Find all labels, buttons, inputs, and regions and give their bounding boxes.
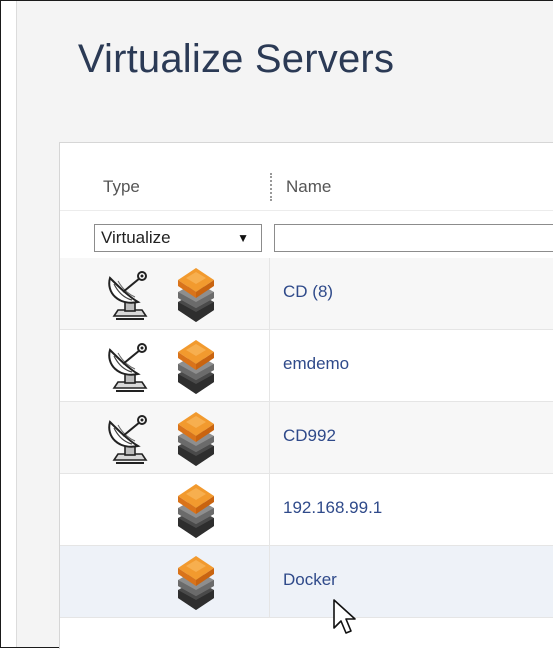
satellite-dish-icon xyxy=(104,412,156,466)
type-filter-value: Virtualize xyxy=(101,228,171,247)
server-name-link[interactable]: CD (8) xyxy=(283,282,333,302)
satellite-dish-icon xyxy=(104,340,156,394)
layered-stack-icon xyxy=(172,336,220,398)
servers-table: Type Name Virtualize ▼ CD (8) emdemo CD9… xyxy=(59,142,553,649)
column-header-type[interactable]: Type xyxy=(103,177,140,197)
layered-stack-icon xyxy=(172,552,220,614)
table-row[interactable]: CD992 xyxy=(60,402,553,474)
page-title: Virtualize Servers xyxy=(77,37,395,81)
type-cell xyxy=(60,330,270,401)
table-row[interactable]: emdemo xyxy=(60,330,553,402)
satellite-dish-icon xyxy=(104,268,156,322)
name-filter-input[interactable] xyxy=(274,224,553,252)
type-filter-select[interactable]: Virtualize ▼ xyxy=(94,224,262,252)
table-row[interactable]: CD (8) xyxy=(60,258,553,330)
window-frame: Virtualize Servers Type Name Virtualize … xyxy=(0,0,553,649)
server-name-link[interactable]: 192.168.99.1 xyxy=(283,498,382,518)
column-resize-handle[interactable] xyxy=(270,173,272,201)
type-cell xyxy=(60,474,270,545)
layered-stack-icon xyxy=(172,264,220,326)
column-header-name[interactable]: Name xyxy=(286,177,331,197)
table-row[interactable]: 192.168.99.1 xyxy=(60,474,553,546)
table-row[interactable]: Docker xyxy=(60,546,553,618)
type-cell xyxy=(60,546,270,617)
dropdown-caret-icon: ▼ xyxy=(237,231,249,245)
layered-stack-icon xyxy=(172,480,220,542)
type-cell xyxy=(60,258,270,329)
layered-stack-icon xyxy=(172,408,220,470)
server-name-link[interactable]: CD992 xyxy=(283,426,336,446)
type-cell xyxy=(60,402,270,473)
content-area: Virtualize Servers Type Name Virtualize … xyxy=(16,1,553,649)
filter-row: Virtualize ▼ xyxy=(60,210,553,255)
server-name-link[interactable]: emdemo xyxy=(283,354,349,374)
server-name-link[interactable]: Docker xyxy=(283,570,337,590)
table-body: CD (8) emdemo CD992 192.168.99.1 Docker xyxy=(60,258,553,618)
mouse-pointer-icon xyxy=(333,599,356,634)
